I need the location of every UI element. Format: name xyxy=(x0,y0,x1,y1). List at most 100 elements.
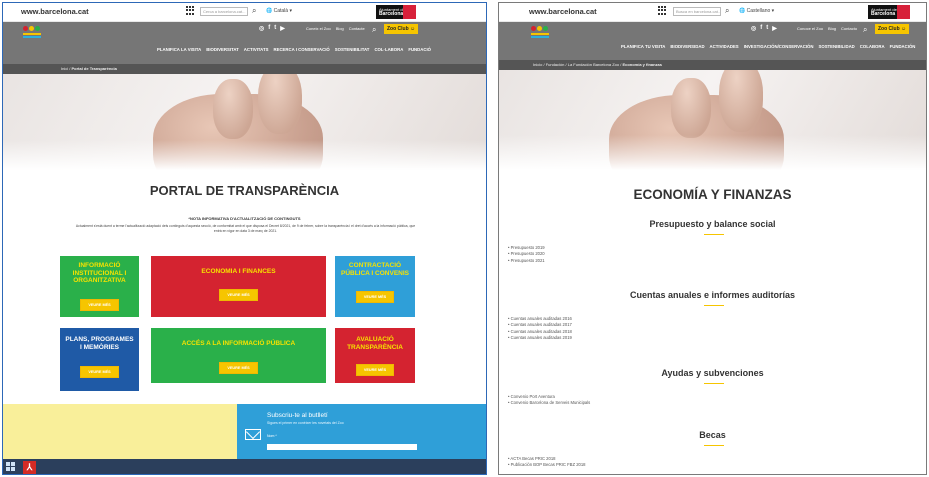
sublink-blog[interactable]: Blog xyxy=(336,26,344,31)
twitter-icon[interactable]: t xyxy=(766,25,768,32)
secondary-links: Coneix el Zoo Blog Contacte xyxy=(306,26,365,31)
veure-mes-button[interactable]: VEURE MÉS xyxy=(80,298,119,311)
menu-colabora[interactable]: COLABORA xyxy=(860,44,885,49)
section-title-becas: Becas xyxy=(699,430,726,440)
section-title-cuentas: Cuentas anuales e informes auditorías xyxy=(629,290,796,300)
tile-economia[interactable]: ECONOMIA I FINANCES VEURE MÉS xyxy=(151,256,326,317)
veure-mes-button[interactable]: VEURE MÉS xyxy=(219,288,258,301)
list-item[interactable]: Convenio Barcelona de Serveis Municipals xyxy=(508,400,591,406)
left-window: www.barcelona.cat Cerca a barcelona.cat.… xyxy=(2,2,487,475)
hero-image xyxy=(499,70,926,170)
tile-contractacio[interactable]: CONTRACTACIÓ PÚBLICA I CONVENIS VEURE MÉ… xyxy=(335,256,415,317)
right-window: www.barcelona.cat Busca en barcelona.cat… xyxy=(498,2,927,475)
sublink-conoce[interactable]: Conoce el Zoo xyxy=(797,26,823,31)
nav-search-icon[interactable]: ⌕ xyxy=(863,25,867,35)
menu-planifica[interactable]: PLANIFICA TU VISITA xyxy=(621,44,665,49)
newsletter-panel: Subscriu-te al butlletí Sigues el primer… xyxy=(237,404,486,459)
zoo-club-button[interactable]: Zoo Club ☺ xyxy=(875,24,910,34)
ajuntament-shield-icon xyxy=(403,5,416,19)
twitter-icon[interactable]: t xyxy=(274,25,276,32)
list-item[interactable]: Presupuesto 2021 xyxy=(508,258,545,264)
menu-sostenibilidad[interactable]: SOSTENIBILIDAD xyxy=(818,44,854,49)
menu-fundacion[interactable]: FUNDACIÓN xyxy=(890,44,916,49)
search-icon[interactable]: ⌕ xyxy=(252,6,256,16)
instagram-icon[interactable]: ◎ xyxy=(259,25,264,32)
menu-biodiversitat[interactable]: BIODIVERSITAT xyxy=(206,47,239,52)
breadcrumb-fundacion-zoo[interactable]: La Fundación Barcelona Zoo xyxy=(568,62,619,67)
primary-menu: PLANIFICA TU VISITA BIODIVERSIDAD ACTIVI… xyxy=(621,44,915,49)
list-item[interactable]: Presupuesto 2020 xyxy=(508,251,545,257)
youtube-icon[interactable]: ▶ xyxy=(280,25,285,32)
section-title-presupuesto: Presupuesto y balance social xyxy=(649,219,776,229)
menu-planifica[interactable]: PLANIFICA LA VISITA xyxy=(157,47,201,52)
language-select[interactable]: 🌐 Castellano ▾ xyxy=(739,7,774,16)
pdf-reader-icon[interactable]: ⅄ xyxy=(23,461,36,474)
newsletter-left-panel xyxy=(3,404,237,459)
site-link[interactable]: www.barcelona.cat xyxy=(529,7,597,16)
tile-informacio[interactable]: INFORMACIÓ INSTITUCIONAL I ORGANITZATIVA… xyxy=(60,256,139,317)
apps-grid-icon[interactable] xyxy=(186,6,195,15)
ajuntament-logo[interactable]: Ajuntament de Barcelona xyxy=(376,5,416,19)
facebook-icon[interactable]: f xyxy=(268,25,270,32)
list-item[interactable]: Cuentas anuales auditadas 2019 xyxy=(508,335,572,341)
search-icon[interactable]: ⌕ xyxy=(725,6,729,16)
sublink-blog[interactable]: Blog xyxy=(828,26,836,31)
youtube-icon[interactable]: ▶ xyxy=(772,25,777,32)
search-input[interactable]: Busca en barcelona.cat... xyxy=(673,7,721,16)
menu-investigacion[interactable]: INVESTIGACIÓN/CONSERVACIÓN xyxy=(744,44,814,49)
tile-title: CONTRACTACIÓ PÚBLICA I CONVENIS xyxy=(340,262,409,277)
tile-title: ACCÉS A LA INFORMACIÓ PÚBLICA xyxy=(181,340,296,347)
social-links: ◎ f t ▶ xyxy=(751,25,777,32)
sublink-coneix[interactable]: Coneix el Zoo xyxy=(306,26,331,31)
breadcrumb-inicio[interactable]: Inicio xyxy=(533,62,542,67)
veure-mes-button[interactable]: VEURE MÉS xyxy=(219,361,258,374)
tile-title: INFORMACIÓ INSTITUCIONAL I ORGANITZATIVA xyxy=(72,262,127,284)
newsletter-subtitle: Sigues el primer en conèixer les novetat… xyxy=(267,421,344,425)
menu-fundacio[interactable]: FUNDACIÓ xyxy=(408,47,431,52)
breadcrumb-fundacion[interactable]: Fundación xyxy=(546,62,565,67)
menu-activitats[interactable]: ACTIVITATS xyxy=(244,47,269,52)
apps-grid-icon[interactable] xyxy=(658,6,667,15)
veure-mes-button[interactable]: VEURE MÉS xyxy=(80,366,119,378)
tile-avaluacio[interactable]: AVALUACIÓ TRANSPARÈNCIA VEURE MÉS xyxy=(335,328,415,383)
veure-mes-button[interactable]: VEURE MÉS xyxy=(355,291,395,303)
nota-title: *NOTA INFORMATIVA D'ACTUALITZACIÓ DE CON… xyxy=(188,216,301,221)
zoo-club-label: Zoo Club xyxy=(878,26,900,32)
ajuntament-shield-icon xyxy=(897,5,910,19)
sublink-contacto[interactable]: Contacto xyxy=(841,26,857,31)
section-underline xyxy=(704,305,724,306)
menu-biodiversidad[interactable]: BIODIVERSIDAD xyxy=(670,44,704,49)
menu-recerca[interactable]: RECERCA I CONSERVACIÓ xyxy=(273,47,329,52)
facebook-icon[interactable]: f xyxy=(760,25,762,32)
zoo-club-button[interactable]: Zoo Club ☺ xyxy=(384,24,419,34)
zoo-logo[interactable] xyxy=(23,26,43,38)
list-item[interactable]: Cuentas anuales auditadas 2017 xyxy=(508,322,572,328)
breadcrumb-inici[interactable]: Inici xyxy=(61,66,68,71)
ajuntament-logo[interactable]: Ajuntament de Barcelona xyxy=(868,5,910,19)
site-link[interactable]: www.barcelona.cat xyxy=(21,7,89,16)
newsletter-name-input[interactable] xyxy=(267,444,417,450)
page-title: PORTAL DE TRANSPARÈNCIA xyxy=(149,183,340,198)
language-select[interactable]: 🌐 Català ▾ xyxy=(266,7,292,16)
main-nav: ◎ f t ▶ Coneix el Zoo Blog Contacte ⌕ Zo… xyxy=(3,22,486,64)
zoo-logo[interactable] xyxy=(531,26,551,38)
windows-start-icon[interactable] xyxy=(6,462,15,471)
menu-sostenibilitat[interactable]: SOSTENIBILITAT xyxy=(335,47,370,52)
nav-search-icon[interactable]: ⌕ xyxy=(372,25,376,35)
veure-mes-button[interactable]: VEURE MÉS xyxy=(355,364,395,376)
list-item[interactable]: Cuentas anuales auditadas 2018 xyxy=(508,329,572,335)
tile-acces[interactable]: ACCÉS A LA INFORMACIÓ PÚBLICA VEURE MÉS xyxy=(151,328,326,383)
instagram-icon[interactable]: ◎ xyxy=(751,25,756,32)
newsletter-title: Subscriu-te al butlletí xyxy=(267,412,328,419)
menu-col-labora[interactable]: COL·LABORA xyxy=(374,47,403,52)
list-item[interactable]: Publicación BOP Becas PRIC FBZ 2018 xyxy=(508,462,586,468)
section-underline xyxy=(704,445,724,446)
section-underline xyxy=(704,234,724,235)
tile-title: AVALUACIÓ TRANSPARÈNCIA xyxy=(347,336,403,351)
menu-actividades[interactable]: ACTIVIDADES xyxy=(710,44,739,49)
tile-plans[interactable]: PLANS, PROGRAMES I MEMÒRIES VEURE MÉS xyxy=(60,328,139,391)
tile-title: ECONOMIA I FINANCES xyxy=(201,268,276,275)
list-cuentas: Cuentas anuales auditadas 2016 Cuentas a… xyxy=(508,316,572,341)
search-input[interactable]: Cerca a barcelona.cat... xyxy=(200,7,248,16)
sublink-contacte[interactable]: Contacte xyxy=(349,26,365,31)
